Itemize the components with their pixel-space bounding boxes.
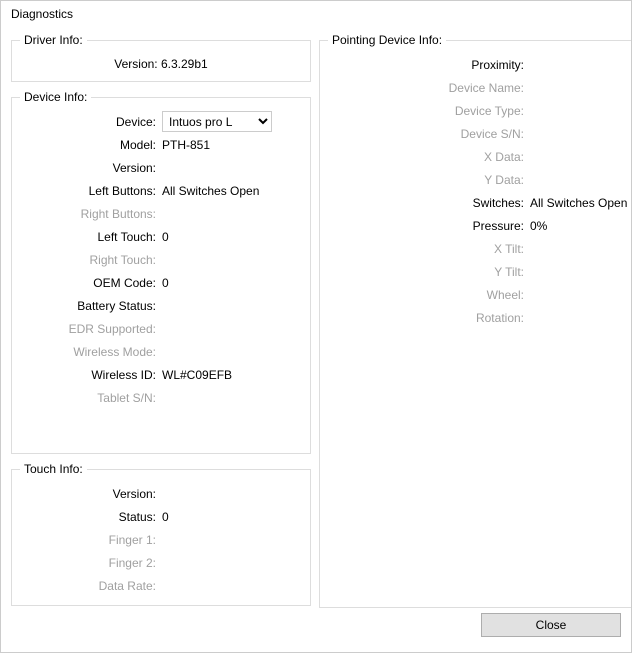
driver-version-row: Version: 6.3.29b1 xyxy=(20,53,302,73)
wireless-id-value: WL#C09EFB xyxy=(160,368,302,382)
device-row: Device: Intuos pro L xyxy=(20,110,302,133)
pdevice-type-label: Device Type: xyxy=(328,104,528,118)
diagnostics-window: Diagnostics Driver Info: Version: 6.3.29… xyxy=(0,0,632,653)
battery-status-label: Battery Status: xyxy=(20,299,160,313)
touch-info-legend: Touch Info: xyxy=(20,462,87,476)
left-touch-row: Left Touch: 0 xyxy=(20,225,302,248)
window-title: Diagnostics xyxy=(1,1,631,29)
driver-info-legend: Driver Info: xyxy=(20,33,87,47)
finger2-row: Finger 2: xyxy=(20,551,302,574)
touch-version-row: Version: xyxy=(20,482,302,505)
wireless-mode-row: Wireless Mode: xyxy=(20,340,302,363)
rotation-label: Rotation: xyxy=(328,311,528,325)
pdevice-name-label: Device Name: xyxy=(328,81,528,95)
pressure-label: Pressure: xyxy=(328,219,528,233)
pdevice-name-row: Device Name: xyxy=(328,76,627,99)
edr-supported-row: EDR Supported: xyxy=(20,317,302,340)
model-label: Model: xyxy=(20,138,160,152)
tablet-sn-row: Tablet S/N: xyxy=(20,386,302,409)
y-data-label: Y Data: xyxy=(328,173,528,187)
button-bar: Close xyxy=(1,608,631,652)
tablet-sn-label: Tablet S/N: xyxy=(20,391,160,405)
touch-status-value: 0 xyxy=(160,510,302,524)
device-version-row: Version: xyxy=(20,156,302,179)
touch-status-row: Status: 0 xyxy=(20,505,302,528)
wheel-row: Wheel: xyxy=(328,283,627,306)
left-buttons-label: Left Buttons: xyxy=(20,184,160,198)
rotation-row: Rotation: xyxy=(328,306,627,329)
edr-supported-label: EDR Supported: xyxy=(20,322,160,336)
right-buttons-label: Right Buttons: xyxy=(20,207,160,221)
oem-code-label: OEM Code: xyxy=(20,276,160,290)
right-touch-row: Right Touch: xyxy=(20,248,302,271)
oem-code-row: OEM Code: 0 xyxy=(20,271,302,294)
pointing-info-legend: Pointing Device Info: xyxy=(328,33,446,47)
y-tilt-row: Y Tilt: xyxy=(328,260,627,283)
left-column: Driver Info: Version: 6.3.29b1 Device In… xyxy=(11,33,311,608)
left-touch-label: Left Touch: xyxy=(20,230,160,244)
wireless-id-row: Wireless ID: WL#C09EFB xyxy=(20,363,302,386)
driver-version-label: Version: xyxy=(114,57,157,71)
pdevice-type-row: Device Type: xyxy=(328,99,627,122)
content-area: Driver Info: Version: 6.3.29b1 Device In… xyxy=(1,29,631,608)
right-touch-label: Right Touch: xyxy=(20,253,160,267)
y-tilt-label: Y Tilt: xyxy=(328,265,528,279)
proximity-row: Proximity: xyxy=(328,53,627,76)
battery-status-row: Battery Status: xyxy=(20,294,302,317)
pressure-row: Pressure: 0% xyxy=(328,214,627,237)
wireless-id-label: Wireless ID: xyxy=(20,368,160,382)
oem-code-value: 0 xyxy=(160,276,302,290)
data-rate-label: Data Rate: xyxy=(20,579,160,593)
switches-label: Switches: xyxy=(328,196,528,210)
left-touch-value: 0 xyxy=(160,230,302,244)
device-label: Device: xyxy=(20,115,160,129)
x-data-row: X Data: xyxy=(328,145,627,168)
pdevice-sn-row: Device S/N: xyxy=(328,122,627,145)
device-info-group: Device Info: Device: Intuos pro L Model:… xyxy=(11,90,311,454)
switches-row: Switches: All Switches Open xyxy=(328,191,627,214)
right-column: Pointing Device Info: Proximity: Device … xyxy=(319,33,631,608)
finger1-row: Finger 1: xyxy=(20,528,302,551)
driver-version-value: 6.3.29b1 xyxy=(161,57,208,71)
finger2-label: Finger 2: xyxy=(20,556,160,570)
pointing-device-info-group: Pointing Device Info: Proximity: Device … xyxy=(319,33,631,608)
touch-version-label: Version: xyxy=(20,487,160,501)
touch-info-group: Touch Info: Version: Status: 0 Finger 1:… xyxy=(11,462,311,606)
proximity-label: Proximity: xyxy=(328,58,528,72)
device-select[interactable]: Intuos pro L xyxy=(162,111,272,132)
pressure-value: 0% xyxy=(528,219,627,233)
wheel-label: Wheel: xyxy=(328,288,528,302)
right-buttons-row: Right Buttons: xyxy=(20,202,302,225)
x-data-label: X Data: xyxy=(328,150,528,164)
model-value: PTH-851 xyxy=(160,138,302,152)
device-version-label: Version: xyxy=(20,161,160,175)
left-buttons-row: Left Buttons: All Switches Open xyxy=(20,179,302,202)
data-rate-row: Data Rate: xyxy=(20,574,302,597)
driver-info-group: Driver Info: Version: 6.3.29b1 xyxy=(11,33,311,82)
left-buttons-value: All Switches Open xyxy=(160,184,302,198)
x-tilt-label: X Tilt: xyxy=(328,242,528,256)
pdevice-sn-label: Device S/N: xyxy=(328,127,528,141)
wireless-mode-label: Wireless Mode: xyxy=(20,345,160,359)
finger1-label: Finger 1: xyxy=(20,533,160,547)
device-info-legend: Device Info: xyxy=(20,90,91,104)
close-button[interactable]: Close xyxy=(481,613,621,637)
x-tilt-row: X Tilt: xyxy=(328,237,627,260)
switches-value: All Switches Open xyxy=(528,196,627,210)
model-row: Model: PTH-851 xyxy=(20,133,302,156)
y-data-row: Y Data: xyxy=(328,168,627,191)
touch-status-label: Status: xyxy=(20,510,160,524)
